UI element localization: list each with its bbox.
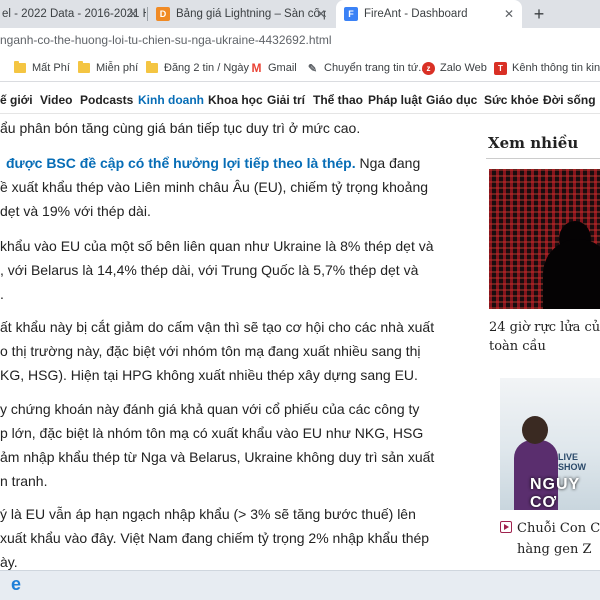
sidebar-xem-nhieu: Xem nhiều 24 giờ rực lửa của th toàn cầu…: [486, 114, 600, 570]
nav-phap-luat[interactable]: Pháp luật: [368, 93, 422, 107]
bookmark-dang-tin[interactable]: Đăng 2 tin / Ngày: [146, 60, 249, 76]
bookmarks-bar: Mất Phí Miễn phí Đăng 2 tin / Ngày M Gma…: [0, 54, 600, 82]
article-line: ý là EU vẫn áp hạn ngạch nhập khẩu (> 3%…: [0, 506, 416, 522]
presenter-head: [522, 416, 548, 444]
story-thumbnail-stock-board[interactable]: [489, 169, 600, 309]
nav-the-gioi[interactable]: ế giới: [0, 93, 33, 107]
bookmark-chuyen-trang[interactable]: ✎ Chuyển trang tin tứ...: [306, 60, 427, 76]
address-bar-url[interactable]: nganh-co-the-huong-loi-tu-chien-su-nga-u…: [0, 33, 332, 47]
story-title-line2[interactable]: toàn cầu: [489, 337, 546, 356]
folder-icon: [146, 61, 158, 73]
close-icon[interactable]: ✕: [314, 7, 328, 21]
nav-the-thao[interactable]: Thể thao: [313, 93, 363, 107]
close-icon[interactable]: ✕: [126, 7, 140, 21]
article-line: ất khẩu này bị cắt giảm do cấm vận thì s…: [0, 319, 435, 335]
bookmark-label: Miễn phí: [96, 62, 139, 74]
article-line-lead: được BSC đề cập có thể hưởng lợi tiếp th…: [6, 155, 420, 171]
bookmark-label: Mất Phí: [32, 62, 70, 74]
article-line: ảm nhập khẩu thép từ Nga và Belarus, Ukr…: [0, 449, 435, 465]
play-video-icon: [500, 521, 512, 533]
new-tab-button[interactable]: +: [528, 3, 550, 25]
tab-title: el - 2022 Data - 2016-2021 Hi: [2, 8, 146, 20]
bookmark-mat-phi[interactable]: Mất Phí: [14, 60, 70, 76]
bookmark-label: Đăng 2 tin / Ngày: [164, 62, 249, 74]
fireant-favicon-icon: F: [344, 7, 358, 21]
bookmark-label: Gmail: [268, 62, 297, 74]
article-line: , với Belarus là 14,4% thép dài, với Tru…: [0, 262, 419, 278]
article-line: dẹt và 19% với thép dài.: [0, 203, 151, 219]
tab-title: Bảng giá Lightning – Sàn cổ phiế: [176, 8, 326, 20]
nav-video[interactable]: Video: [40, 93, 72, 107]
highlighted-text: được BSC đề cập có thể hưởng lợi tiếp th…: [6, 155, 356, 171]
article-line: o thị trường này, đặc biệt với nhóm tôn …: [0, 343, 421, 359]
bookmark-gmail[interactable]: M Gmail: [250, 60, 297, 76]
bookmark-label: Chuyển trang tin tứ...: [324, 62, 428, 74]
story-title-line1[interactable]: 24 giờ rực lửa của th: [489, 318, 600, 337]
article-line: y chứng khoán này đánh giá khả quan với …: [0, 401, 420, 417]
tab-fireant-dashboard[interactable]: F FireAnt - Dashboard ✕: [336, 0, 522, 28]
article-line: KG, HSG). Hiện tại HPG không xuất nhiều …: [0, 367, 418, 383]
bookmark-label: Zalo Web: [440, 62, 487, 74]
video-title-line1[interactable]: Chuỗi Con Cư: [517, 518, 600, 539]
divider: [486, 158, 600, 159]
article-line: ề xuất khẩu thép vào Liên minh châu Âu (…: [0, 179, 429, 195]
page-icon: ✎: [307, 62, 318, 75]
gmail-icon: M: [251, 61, 262, 75]
browser-tab-strip: el - 2022 Data - 2016-2021 Hi ✕ D Bảng g…: [0, 0, 600, 28]
bookmark-kenh-thong-tin[interactable]: T Kênh thông tin kinh...: [494, 60, 600, 76]
video-story[interactable]: Chuỗi Con Cư hàng gen Z: [500, 518, 600, 560]
show-subtitle: LIVE SHOW: [558, 452, 586, 472]
site-nav: ế giới Video Podcasts Kinh doanh Khoa họ…: [0, 86, 600, 114]
sidebar-heading: Xem nhiều: [488, 134, 579, 152]
nav-giao-duc[interactable]: Giáo dục: [426, 93, 477, 107]
video-title-block: Chuỗi Con Cư hàng gen Z: [517, 518, 600, 560]
news-icon: T: [494, 61, 507, 75]
video-thumbnail[interactable]: LIVE SHOW NGUY CƠ: [500, 378, 600, 510]
lightning-favicon-icon: D: [156, 7, 170, 21]
article-line: xuất khẩu vào đây. Việt Nam đang chiếm t…: [0, 530, 430, 546]
folder-icon: [78, 61, 90, 73]
article-line: p lớn, đặc biệt là nhóm tôn mạ có xuất k…: [0, 425, 424, 441]
nav-khoa-hoc[interactable]: Khoa học: [208, 93, 263, 107]
nav-suc-khoe[interactable]: Sức khỏe: [484, 93, 539, 107]
bookmark-zalo-web[interactable]: z Zalo Web: [422, 60, 487, 76]
article-text: Nga đang: [355, 155, 421, 171]
nav-giai-tri[interactable]: Giải trí: [267, 93, 305, 107]
article-line: n tranh.: [0, 473, 48, 489]
nav-kinh-doanh[interactable]: Kinh doanh: [138, 93, 204, 107]
article-line: khẩu vào EU của một số bên liên quan như…: [0, 238, 434, 254]
silhouette-body: [543, 239, 600, 309]
article-line: .: [0, 286, 4, 302]
nav-podcasts[interactable]: Podcasts: [80, 93, 133, 107]
zalo-icon: z: [422, 61, 435, 75]
article-body: ẩu phân bón tăng cùng giá bán tiếp tục d…: [0, 114, 470, 570]
video-title-line2[interactable]: hàng gen Z: [517, 539, 600, 560]
tab-data-2022[interactable]: el - 2022 Data - 2016-2021 Hi ✕: [0, 0, 146, 28]
show-logo: NGUY CƠ: [530, 476, 580, 510]
folder-icon: [14, 61, 26, 73]
windows-taskbar: e: [0, 570, 600, 600]
nav-doi-song[interactable]: Đời sống: [543, 93, 596, 107]
article-line: ẩu phân bón tăng cùng giá bán tiếp tục d…: [0, 120, 361, 136]
edge-browser-icon[interactable]: e: [6, 574, 26, 594]
bookmark-label: Kênh thông tin kinh...: [512, 62, 600, 74]
bookmark-mien-phi[interactable]: Miễn phí: [78, 60, 138, 76]
article-line: ày.: [0, 554, 18, 570]
tab-title: FireAnt - Dashboard: [364, 8, 468, 20]
close-icon[interactable]: ✕: [502, 7, 516, 21]
address-bar-row: nganh-co-the-huong-loi-tu-chien-su-nga-u…: [0, 28, 600, 54]
tab-lightning[interactable]: D Bảng giá Lightning – Sàn cổ phiế ✕: [148, 0, 334, 28]
